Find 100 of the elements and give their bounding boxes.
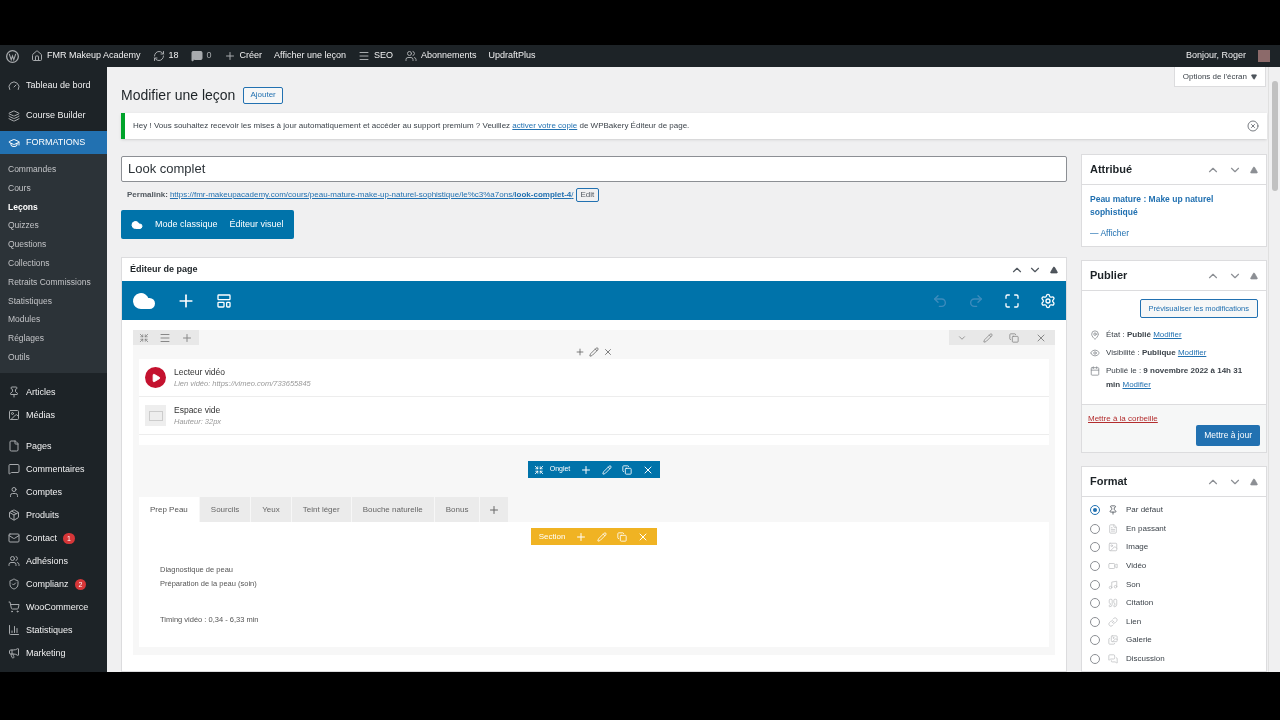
element-label: Section — [538, 530, 566, 543]
sidebar-item[interactable]: Marketing — [0, 641, 107, 665]
fullscreen-icon[interactable] — [1004, 292, 1020, 309]
submenu-item[interactable]: Questions — [0, 235, 107, 254]
submenu-item[interactable]: Outils — [0, 347, 107, 367]
menu-label: Médias — [26, 408, 55, 422]
course-link[interactable]: Peau mature : Make up naturel sophistiqué — [1090, 193, 1258, 219]
submenu-item[interactable]: Statistiques — [0, 291, 107, 311]
users-icon[interactable] — [405, 50, 417, 62]
sidebar-item[interactable]: Statistiques — [0, 618, 107, 642]
admin-bar-link[interactable]: Créer — [239, 49, 263, 63]
tab[interactable]: Yeux — [250, 497, 291, 522]
copy-icon[interactable] — [1009, 332, 1019, 343]
collapse-icon[interactable] — [1050, 265, 1058, 274]
menu-label: Statistiques — [26, 623, 73, 637]
admin-bar-link[interactable]: UpdraftPlus — [488, 49, 536, 63]
sidebar-item[interactable]: WooCommerce — [0, 595, 107, 619]
edit-button[interactable]: Edit — [575, 188, 600, 202]
format-label: Image — [1126, 541, 1149, 554]
format-label: Par défaut — [1126, 504, 1163, 517]
close-icon[interactable] — [1247, 120, 1259, 132]
plus-icon[interactable] — [575, 347, 585, 357]
submenu-item[interactable]: Quizzes — [0, 216, 107, 236]
trash-link[interactable]: Mettre à la corbeille — [1088, 413, 1158, 425]
tab[interactable]: Teint léger — [290, 497, 351, 522]
sidebar-item[interactable]: FORMATIONS — [0, 131, 107, 154]
admin-bar-link[interactable]: Afficher une leçon — [274, 49, 346, 63]
move-icon[interactable] — [139, 332, 149, 343]
format-label: Galerie — [1126, 634, 1152, 647]
template-icon[interactable] — [216, 292, 232, 309]
plus-icon[interactable] — [223, 50, 236, 62]
home-icon[interactable] — [31, 50, 43, 62]
sidebar-item[interactable]: Tableau de bord — [0, 71, 107, 101]
site-link[interactable]: FMR Makeup Academy — [47, 49, 141, 63]
mode-button[interactable]: Éditeur visuel — [229, 217, 284, 232]
submenu-item[interactable]: Commandes — [0, 160, 107, 179]
lines-icon[interactable] — [358, 50, 370, 62]
edit-icon[interactable] — [983, 332, 993, 343]
copy-icon[interactable] — [617, 531, 628, 542]
comments-icon[interactable] — [190, 50, 203, 62]
spacer-icon — [145, 405, 166, 426]
plus-icon[interactable] — [580, 463, 593, 476]
sidebar-item[interactable]: Adhésions — [0, 549, 107, 573]
mode-button[interactable]: Mode classique — [155, 217, 218, 232]
menu-label: Tableau de bord — [26, 79, 91, 93]
tab[interactable]: Prep Peau — [139, 497, 199, 522]
sidebar-item[interactable]: Médias — [0, 403, 107, 427]
comments-count[interactable]: 0 — [206, 49, 212, 63]
modify-link[interactable]: Modifier — [1122, 380, 1151, 389]
updates-count[interactable]: 18 — [168, 49, 179, 63]
admin-bar-link[interactable]: Abonnements — [421, 49, 477, 63]
modify-link[interactable]: Modifier — [1153, 330, 1182, 339]
format-label: En passant — [1126, 522, 1167, 535]
submenu-item[interactable]: Retraits Commissions — [0, 272, 107, 292]
status-text: État : Publié Modifier — [1106, 329, 1182, 341]
title-field[interactable]: Look complet — [121, 156, 1067, 182]
tab[interactable]: Bouche naturelle — [350, 497, 434, 522]
settings-icon[interactable] — [1040, 292, 1056, 309]
add-tab-button[interactable] — [479, 497, 509, 522]
view-link[interactable]: — Afficher — [1090, 227, 1258, 240]
format-icon — [1108, 598, 1118, 609]
add-button[interactable]: Ajouter — [243, 86, 283, 104]
greeting[interactable]: Bonjour, Roger — [1185, 49, 1246, 63]
format-icon — [1108, 542, 1118, 553]
format-label: Son — [1126, 578, 1141, 591]
edit-icon[interactable] — [589, 347, 599, 357]
sidebar-item[interactable]: Articles — [0, 380, 107, 404]
tab[interactable]: Sourcils — [198, 497, 251, 522]
notice-link[interactable]: activer votre copie — [512, 121, 578, 130]
plus-icon[interactable] — [181, 331, 193, 344]
submenu-item[interactable]: Cours — [0, 178, 107, 198]
submenu-item[interactable]: Réglages — [0, 329, 107, 348]
tab[interactable]: Bonus — [433, 497, 480, 522]
screen-options-button[interactable]: Options de l'écran — [1173, 67, 1266, 87]
sidebar-item[interactable]: Comptes — [0, 480, 107, 504]
move-icon[interactable] — [533, 464, 544, 475]
wordpress-logo[interactable] — [6, 49, 19, 63]
submenu-item[interactable]: Modules — [0, 310, 107, 330]
sidebar-item[interactable]: Course Builder — [0, 101, 107, 131]
menu-label: Course Builder — [26, 109, 86, 123]
permalink-label: Permalink: — [127, 189, 168, 201]
box-title: Publier — [1090, 268, 1129, 284]
format-icon — [1108, 523, 1118, 534]
scrollbar[interactable] — [1268, 67, 1280, 672]
submenu-item[interactable]: Leçons — [0, 197, 107, 217]
update-button[interactable]: Mettre à jour — [1196, 425, 1260, 446]
status-text: Publié le : 9 novembre 2022 à 14h 31 min Modifier — [1106, 365, 1244, 391]
sidebar-item[interactable]: Pages — [0, 434, 107, 458]
permalink-link[interactable]: https://fmr-makeupacademy.com/cours/peau-mature-make-up-naturel-sophistique/le%c3%a7ons/look-complet-4/ — [169, 189, 574, 201]
copy-icon[interactable] — [622, 464, 633, 475]
sidebar-item[interactable]: Produits — [0, 503, 107, 527]
admin-bar-link[interactable]: SEO — [374, 49, 393, 63]
status-text: Visibilité : Publique Modifier — [1106, 347, 1207, 359]
submenu-item[interactable]: Collections — [0, 254, 107, 273]
updates-icon[interactable] — [152, 50, 165, 62]
modify-link[interactable]: Modifier — [1177, 348, 1207, 357]
sidebar-item[interactable]: Commentaires — [0, 457, 107, 481]
play-icon — [145, 367, 166, 388]
format-icon — [1108, 635, 1118, 646]
close-icon[interactable] — [603, 347, 613, 357]
